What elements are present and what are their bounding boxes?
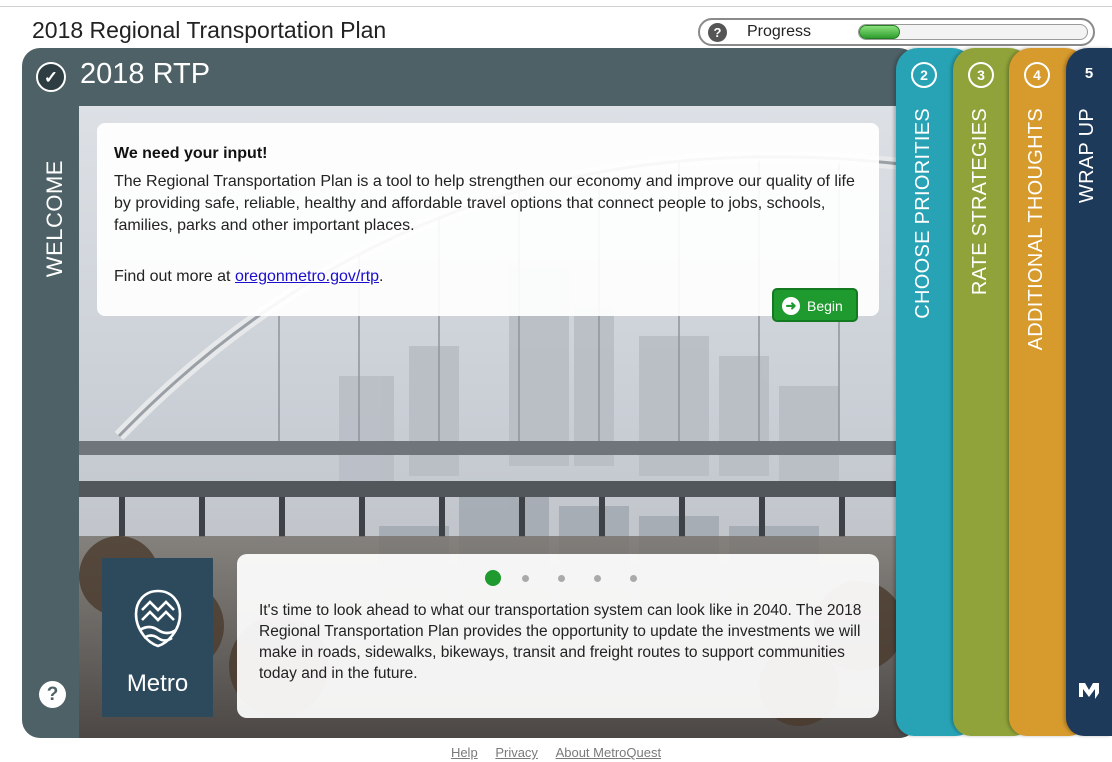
metro-emblem-icon bbox=[134, 589, 182, 648]
arrow-right-icon: ➜ bbox=[782, 297, 800, 315]
footer-about-link[interactable]: About MetroQuest bbox=[556, 745, 662, 760]
progress-bar bbox=[858, 24, 1088, 40]
tab-label: RATE STRATEGIES bbox=[969, 108, 991, 296]
tab-wrap-up[interactable]: 5 WRAP UP bbox=[1066, 48, 1112, 736]
tab-label-wrap: CHOOSE PRIORITIES bbox=[896, 48, 952, 548]
intro-card: We need your input! The Regional Transpo… bbox=[97, 123, 879, 322]
begin-label: Begin bbox=[807, 298, 843, 314]
intro-more-prefix: Find out more at bbox=[114, 268, 235, 285]
panel-title: 2018 RTP bbox=[80, 58, 211, 90]
intro-heading: We need your input! bbox=[114, 145, 268, 162]
metro-logo-text: Metro bbox=[126, 670, 189, 697]
top-divider bbox=[0, 6, 1112, 7]
begin-button[interactable]: ➜ Begin bbox=[772, 288, 858, 322]
welcome-panel: ✓ 2018 RTP WELCOME ? We need your input!… bbox=[22, 48, 917, 738]
progress-label: Progress bbox=[747, 23, 812, 40]
carousel-dot[interactable] bbox=[485, 570, 501, 586]
tab-label-wrap: WRAP UP bbox=[1066, 48, 1112, 548]
carousel-dot[interactable] bbox=[522, 575, 529, 582]
footer-help-link[interactable]: Help bbox=[451, 745, 478, 760]
help-icon[interactable]: ? bbox=[39, 681, 66, 708]
carousel-dot[interactable] bbox=[594, 575, 601, 582]
tab-label-wrap: ADDITIONAL THOUGHTS bbox=[1009, 48, 1065, 548]
intro-more-suffix: . bbox=[379, 268, 384, 285]
carousel-dot[interactable] bbox=[630, 575, 637, 582]
carousel-dot[interactable] bbox=[558, 575, 565, 582]
metro-logo: Metro bbox=[102, 558, 213, 717]
rtp-link[interactable]: oregonmetro.gov/rtp bbox=[235, 268, 379, 285]
tab-label: WRAP UP bbox=[1076, 108, 1098, 204]
intro-more: Find out more at oregonmetro.gov/rtp. bbox=[114, 268, 383, 286]
metroquest-icon[interactable] bbox=[1075, 675, 1103, 703]
welcome-label-text: WELCOME bbox=[42, 160, 67, 278]
footer-privacy-link[interactable]: Privacy bbox=[495, 745, 538, 760]
slide-text: It's time to look ahead to what our tran… bbox=[259, 602, 862, 682]
tab-label: CHOOSE PRIORITIES bbox=[912, 108, 934, 319]
progress-help-icon[interactable]: ? bbox=[708, 23, 727, 42]
slide-card: It's time to look ahead to what our tran… bbox=[237, 554, 879, 718]
progress-bar-fill bbox=[859, 25, 901, 39]
tab-label-wrap: RATE STRATEGIES bbox=[953, 48, 1009, 548]
progress-widget: ? Progress bbox=[698, 18, 1095, 46]
app-title: 2018 Regional Transportation Plan bbox=[32, 17, 387, 43]
tab-label: ADDITIONAL THOUGHTS bbox=[1025, 108, 1047, 351]
footer: Help Privacy About MetroQuest bbox=[0, 745, 1112, 760]
intro-body: The Regional Transportation Plan is a to… bbox=[114, 173, 855, 234]
